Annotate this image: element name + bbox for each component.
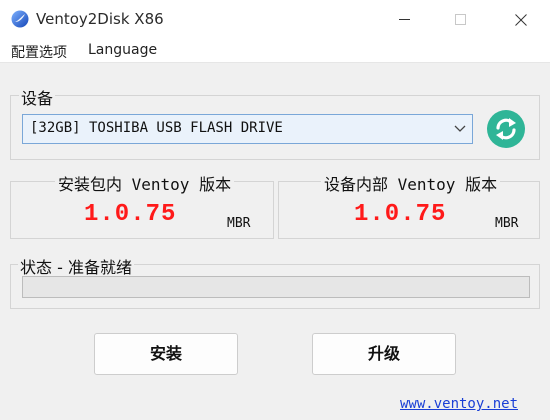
package-version-label: 安装包内 Ventoy 版本 bbox=[55, 171, 235, 195]
menu-language[interactable]: Language bbox=[86, 42, 159, 58]
minimize-button[interactable] bbox=[381, 0, 427, 40]
device-version-label: 设备内部 Ventoy 版本 bbox=[321, 171, 501, 195]
maximize-button[interactable] bbox=[437, 0, 483, 40]
ventoy-logo-icon bbox=[11, 10, 29, 28]
chevron-down-icon bbox=[454, 125, 466, 132]
device-partition-style: MBR bbox=[495, 216, 519, 231]
status-label: 状态 - 准备就绪 bbox=[18, 254, 134, 278]
progress-bar bbox=[22, 276, 530, 298]
update-button[interactable]: 升级 bbox=[312, 333, 456, 375]
package-partition-style: MBR bbox=[227, 216, 251, 231]
window-title: Ventoy2Disk X86 bbox=[36, 10, 164, 28]
minimize-icon bbox=[399, 19, 410, 20]
menu-bar: 配置选项 Language bbox=[0, 40, 550, 63]
device-version-number: 1.0.75 bbox=[354, 201, 447, 228]
refresh-button[interactable] bbox=[487, 110, 525, 148]
package-version-number: 1.0.75 bbox=[84, 201, 177, 228]
website-link[interactable]: www.ventoy.net bbox=[400, 396, 518, 412]
close-icon bbox=[515, 14, 527, 26]
refresh-icon bbox=[496, 118, 516, 140]
device-dropdown[interactable]: [32GB] TOSHIBA USB FLASH DRIVE bbox=[22, 114, 473, 144]
device-selected-value: [32GB] TOSHIBA USB FLASH DRIVE bbox=[30, 120, 283, 136]
title-bar: Ventoy2Disk X86 bbox=[0, 0, 550, 40]
close-button[interactable] bbox=[497, 0, 543, 40]
maximize-icon bbox=[455, 14, 466, 25]
device-group-label: 设备 bbox=[19, 85, 56, 109]
menu-options[interactable]: 配置选项 bbox=[9, 42, 69, 62]
install-button[interactable]: 安装 bbox=[94, 333, 238, 375]
